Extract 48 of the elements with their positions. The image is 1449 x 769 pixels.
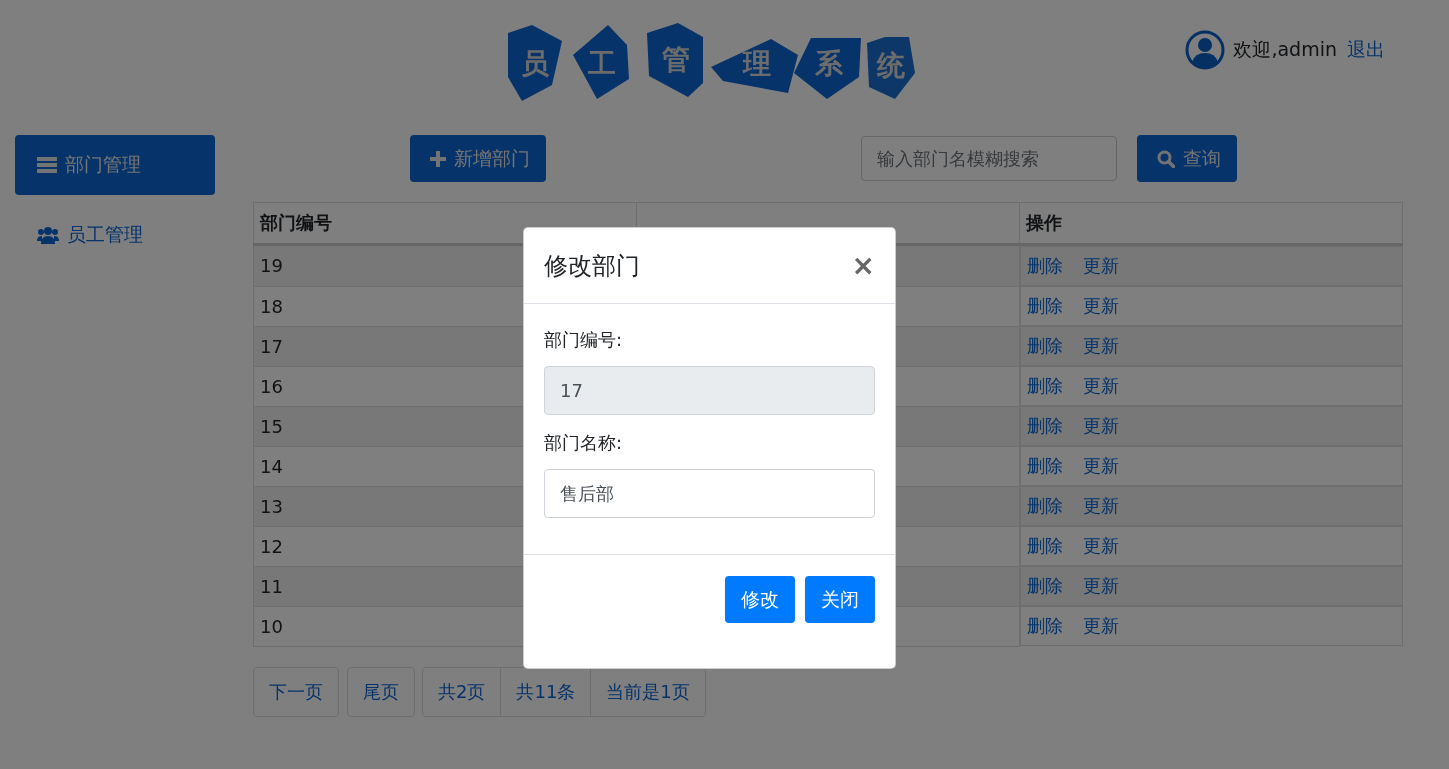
action-link[interactable]: 更新 [1083, 574, 1119, 598]
search-field[interactable]: 输入部门名模糊搜索 [861, 136, 1117, 181]
logo-tile: 管 [647, 23, 703, 97]
column-header: 操作 [1019, 202, 1403, 245]
action-link[interactable]: 删除 [1027, 334, 1063, 358]
logo-tile: 理 [711, 39, 798, 93]
sidebar-item[interactable]: 部门管理 [15, 135, 215, 195]
page-link[interactable]: 下一页 [253, 666, 339, 717]
page-link[interactable]: 尾页 [347, 666, 415, 717]
page-info[interactable]: 共2页 [422, 666, 502, 717]
action-link[interactable]: 删除 [1027, 614, 1063, 638]
modal-title: 修改部门 [544, 250, 640, 282]
action-link[interactable]: 更新 [1083, 294, 1119, 318]
add-button[interactable]: 新增部门 [410, 135, 546, 182]
action-link[interactable]: 更新 [1083, 414, 1119, 438]
action-link[interactable]: 更新 [1083, 534, 1119, 558]
action-link[interactable]: 删除 [1027, 574, 1063, 598]
action-link[interactable]: 删除 [1027, 494, 1063, 518]
action-link[interactable]: 更新 [1083, 454, 1119, 478]
logo-tile: 工 [573, 25, 629, 99]
logout-link[interactable]: 退出 [1347, 37, 1385, 63]
logo-tile: 统 [867, 37, 915, 99]
action-link[interactable]: 更新 [1083, 494, 1119, 518]
field-label: 部门编号: [544, 328, 624, 352]
logo-tile: 员 [508, 25, 562, 101]
action-link[interactable]: 删除 [1027, 374, 1063, 398]
close-button[interactable]: × [851, 249, 875, 282]
action-link[interactable]: 更新 [1083, 374, 1119, 398]
user-avatar-icon [1185, 30, 1226, 70]
action-link[interactable]: 删除 [1027, 454, 1063, 478]
action-link[interactable]: 删除 [1027, 254, 1063, 278]
plus-icon [430, 150, 446, 167]
action-link[interactable]: 更新 [1083, 614, 1119, 638]
input-field[interactable]: 售后部 [544, 469, 875, 518]
sidebar-item[interactable]: 员工管理 [15, 205, 215, 265]
search-button[interactable]: 查询 [1137, 135, 1237, 182]
logo-tile: 系 [794, 38, 861, 99]
server-icon [37, 157, 57, 173]
modal-button[interactable]: 修改 [725, 576, 795, 623]
welcome-text: 欢迎,admin [1233, 37, 1337, 62]
action-link[interactable]: 删除 [1027, 534, 1063, 558]
action-link[interactable]: 更新 [1083, 334, 1119, 358]
search-icon [1157, 149, 1175, 168]
action-link[interactable]: 更新 [1083, 254, 1119, 278]
action-link[interactable]: 删除 [1027, 294, 1063, 318]
action-link[interactable]: 删除 [1027, 414, 1063, 438]
modal-button[interactable]: 关闭 [805, 576, 875, 623]
users-icon [37, 226, 59, 244]
